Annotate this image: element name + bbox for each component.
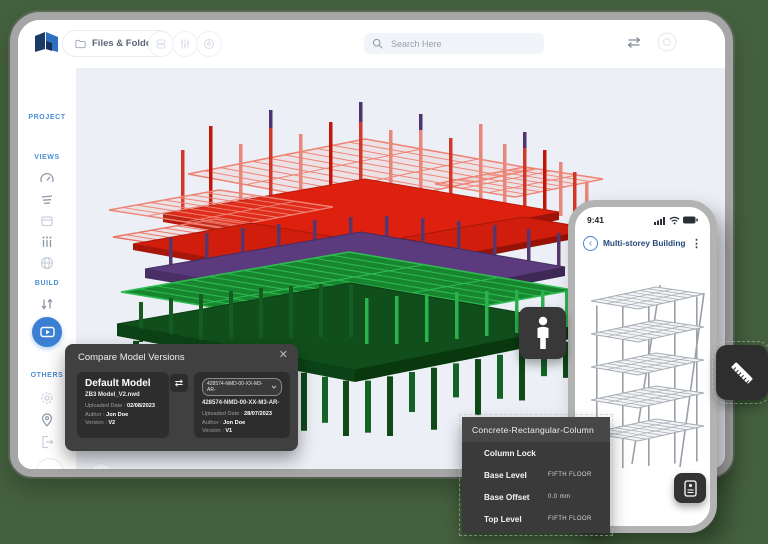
compass-icon — [203, 38, 215, 50]
phone-status-bar: 9:41 — [575, 213, 710, 227]
compare-model-card[interactable]: 428574-NMD-00-XX-M3-AR- 428574-NMD-00-XX… — [194, 372, 290, 438]
battery-icon — [683, 216, 698, 224]
layers-list-icon[interactable] — [39, 192, 55, 208]
signal-icon — [654, 216, 666, 225]
compare-arrows-icon[interactable] — [39, 296, 55, 312]
person-icon — [533, 316, 553, 350]
top-toolbar: Files & Folders — [18, 20, 725, 69]
app-logo — [34, 31, 60, 55]
model-viewer-icon — [40, 326, 55, 339]
model-select-dropdown[interactable]: 428574-NMD-00-XX-M3-AR- — [202, 378, 282, 396]
properties-panel-title: Concrete-Rectangular-Column — [462, 417, 610, 442]
levels-icon — [684, 480, 697, 497]
back-icon[interactable]: ‹ — [583, 236, 598, 251]
person-scale-button[interactable] — [519, 307, 566, 359]
search-input[interactable] — [389, 38, 513, 50]
property-row[interactable]: Top Level FIFTH FLOOR — [462, 508, 610, 530]
fit-controls: Fit ⟳ — [60, 463, 112, 477]
chevron-down-icon — [271, 385, 277, 389]
property-row[interactable]: Column Lock — [462, 442, 610, 464]
search-box[interactable] — [364, 33, 544, 54]
model-meta: Uploaded Date : 02/08/2023 Author : Jon … — [85, 402, 161, 428]
compass-view-button[interactable] — [196, 31, 222, 57]
stack-view-button[interactable] — [148, 31, 174, 57]
model-file: 428574-NMD-00-XX-M3-AR- — [202, 400, 282, 406]
location-pin-icon[interactable] — [39, 412, 55, 428]
chevron-down-icon — [73, 472, 80, 477]
default-model-card[interactable]: Default Model ZB3 Model_V2.nwd Uploaded … — [77, 372, 169, 438]
ruler-icon — [720, 351, 764, 395]
model-viewer-button-active[interactable] — [32, 317, 62, 347]
columns-icon[interactable] — [39, 234, 55, 250]
sidebar-section-project: PROJECT — [18, 114, 76, 121]
model-name: Default Model — [85, 378, 161, 389]
model-meta: Uploaded Date : 28/07/2023 Author : Jon … — [202, 410, 282, 436]
settings-gear-icon[interactable] — [39, 390, 55, 406]
swap-models-button[interactable]: ⇄ — [170, 374, 188, 392]
folder-icon — [75, 39, 86, 49]
levels-widget-button[interactable] — [674, 473, 706, 503]
measure-button[interactable] — [716, 345, 768, 400]
globe-icon[interactable] — [39, 255, 55, 271]
element-properties-panel: Concrete-Rectangular-Column Column Lock … — [462, 417, 610, 533]
phone-page-title: Multi-storey Building Model... — [603, 238, 686, 248]
sign-out-icon[interactable] — [39, 434, 55, 450]
status-time: 9:41 — [587, 215, 604, 225]
property-row[interactable]: Base Level FIFTH FLOOR — [462, 464, 610, 486]
filter-view-button[interactable] — [172, 31, 198, 57]
box-icon[interactable] — [39, 213, 55, 229]
sidebar-section-build: BUILD — [18, 280, 76, 287]
property-row[interactable]: Base Offset 0.0 mm — [462, 486, 610, 508]
compare-panel-title: Compare Model Versions — [78, 352, 185, 363]
model-file: ZB3 Model_V2.nwd — [85, 392, 161, 398]
help-circle-icon[interactable] — [657, 32, 677, 52]
swap-icon: ⇄ — [175, 378, 183, 389]
search-icon — [372, 38, 383, 49]
stack-icon — [155, 38, 167, 50]
transfer-icon[interactable] — [627, 36, 641, 49]
marketing-composite: Files & Folders — [0, 0, 768, 544]
kebab-menu-icon[interactable]: ⋮ — [691, 237, 702, 250]
sidebar-section-views: VIEWS — [18, 154, 76, 161]
rotate-view-button[interactable]: ⟳ — [90, 463, 112, 477]
compare-model-versions-panel: Compare Model Versions ✕ Default Model Z… — [65, 344, 298, 451]
close-icon[interactable]: ✕ — [279, 348, 288, 361]
sliders-icon — [179, 38, 191, 50]
dashboard-gauge-icon[interactable] — [39, 171, 55, 187]
wifi-icon — [669, 216, 680, 225]
phone-header: ‹ Multi-storey Building Model... ⋮ — [575, 233, 710, 253]
fit-dropdown[interactable]: Fit — [60, 469, 80, 477]
